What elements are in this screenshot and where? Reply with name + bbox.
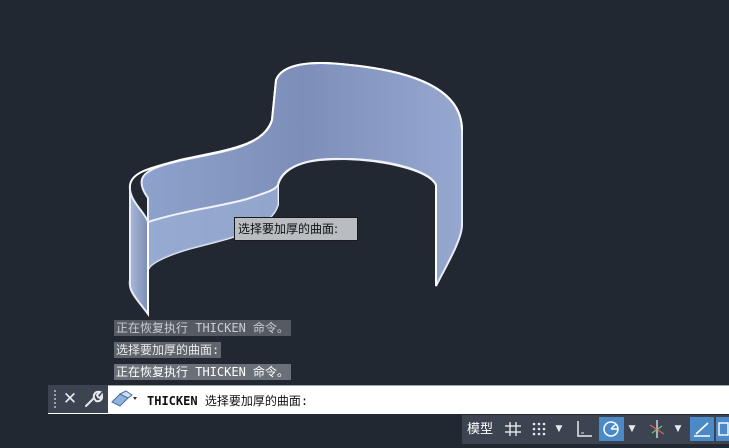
object-snap-tracking-button[interactable] (690, 417, 714, 441)
model-space-button[interactable]: 模型 (464, 419, 496, 441)
command-history-line: 正在恢复执行 THICKEN 命令。 (114, 320, 292, 336)
grid-button[interactable] (502, 417, 524, 441)
close-icon[interactable]: ✕ (62, 388, 78, 410)
chevron-down-icon[interactable]: ▼ (553, 417, 565, 441)
command-input[interactable]: THICKEN 选择要加厚的曲面: (147, 392, 308, 409)
command-name: THICKEN (147, 394, 198, 408)
polar-tracking-button[interactable] (599, 417, 624, 441)
grid-icon (505, 422, 521, 436)
tracking-icon (694, 422, 710, 437)
isodraft-button[interactable] (644, 417, 670, 441)
isometric-icon (649, 420, 665, 438)
osnap-icon (718, 422, 729, 436)
chevron-down-icon[interactable]: ▼ (626, 417, 638, 441)
drag-handle[interactable] (54, 390, 58, 408)
command-history-line: 选择要加厚的曲面: (114, 342, 222, 358)
osnap-button[interactable] (716, 417, 729, 441)
snap-dots-icon (532, 422, 546, 436)
command-history-line: 正在恢复执行 THICKEN 命令。 (114, 364, 292, 380)
drawing-viewport[interactable]: 选择要加厚的曲面: (0, 0, 729, 414)
eraser-icon (111, 390, 137, 407)
thickened-surface[interactable] (0, 0, 729, 414)
command-line-controls: ✕ (48, 385, 108, 413)
recent-commands-button[interactable] (108, 385, 142, 413)
polar-tracking-icon (603, 421, 619, 437)
wrench-icon[interactable] (83, 388, 104, 410)
ortho-icon (577, 421, 592, 437)
snap-button[interactable] (528, 417, 550, 441)
command-prompt: 选择要加厚的曲面: (204, 394, 309, 408)
ortho-button[interactable] (572, 417, 596, 441)
cursor-prompt-tooltip: 选择要加厚的曲面: (234, 217, 358, 241)
chevron-down-icon[interactable]: ▼ (672, 417, 684, 441)
